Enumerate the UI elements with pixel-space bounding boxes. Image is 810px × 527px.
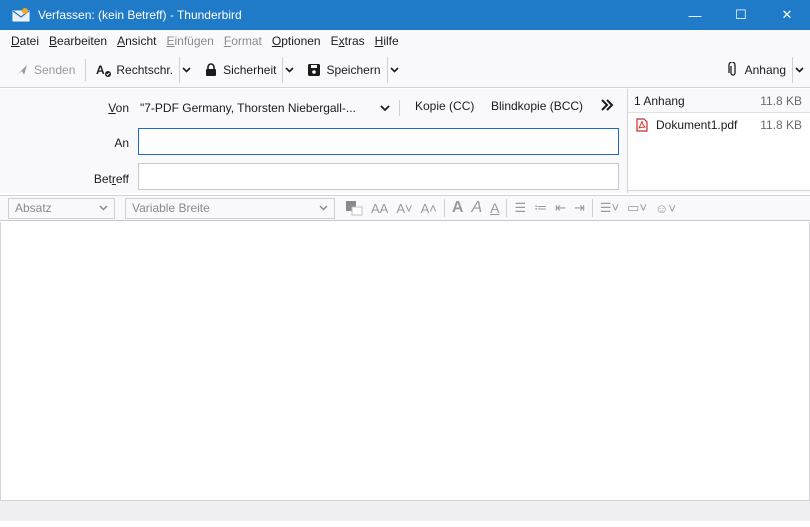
insert-image-icon[interactable]: ▭˅ bbox=[627, 200, 647, 216]
text-color-icon[interactable] bbox=[345, 200, 363, 216]
menu-hilfe[interactable]: Hilfe bbox=[370, 34, 404, 48]
chevron-down-icon bbox=[182, 66, 191, 73]
menu-extras[interactable]: Extras bbox=[326, 34, 370, 48]
attachment-size: 11.8 KB bbox=[760, 118, 802, 132]
format-separator bbox=[506, 199, 508, 217]
format-separator bbox=[591, 199, 593, 217]
format-separator bbox=[443, 199, 445, 217]
spelling-button[interactable]: A Rechtschr. bbox=[92, 57, 177, 83]
toolbar-separator bbox=[85, 58, 87, 81]
header-separator bbox=[399, 100, 400, 116]
outdent-icon[interactable]: ⇤ bbox=[555, 200, 566, 216]
status-bar bbox=[0, 500, 810, 521]
attachment-count: 1 Anhang bbox=[634, 93, 685, 108]
send-icon bbox=[14, 62, 30, 78]
more-recipients-button[interactable] bbox=[600, 98, 614, 114]
paragraph-format-value: Absatz bbox=[15, 201, 52, 215]
font-value: Variable Breite bbox=[132, 201, 210, 215]
menu-format[interactable]: Format bbox=[219, 34, 267, 48]
attachment-list: Dokument1.pdf 11.8 KB bbox=[628, 112, 810, 191]
chevron-down-icon bbox=[99, 205, 108, 211]
chevron-down-icon bbox=[795, 66, 804, 73]
indent-icon[interactable]: ⇥ bbox=[574, 200, 585, 216]
bold-icon[interactable]: A bbox=[452, 199, 464, 217]
paperclip-icon bbox=[725, 62, 741, 78]
from-select[interactable]: "7-PDF Germany, Thorsten Niebergall-... bbox=[140, 97, 390, 119]
save-icon bbox=[306, 62, 322, 78]
to-label: An bbox=[114, 136, 129, 150]
menu-bar: Datei Bearbeiten Ansicht Einfügen Format… bbox=[0, 30, 810, 52]
menu-ansicht[interactable]: Ansicht bbox=[112, 34, 161, 48]
message-body-editor[interactable] bbox=[0, 222, 810, 500]
maximize-button[interactable]: ☐ bbox=[718, 0, 764, 30]
format-toolbar: Absatz Variable Breite AA A˅ A˄ A A A ☰ … bbox=[0, 195, 810, 221]
minimize-button[interactable]: — bbox=[672, 0, 718, 30]
compose-toolbar: Senden A Rechtschr. Sicherheit Speichern… bbox=[0, 52, 810, 88]
attachment-item[interactable]: Dokument1.pdf 11.8 KB bbox=[628, 113, 810, 133]
chevron-down-icon bbox=[285, 66, 295, 73]
attachment-pane: 1 Anhang 11.8 KB Dokument1.pdf 11.8 KB bbox=[627, 89, 810, 193]
send-button[interactable]: Senden bbox=[10, 57, 79, 83]
svg-text:A: A bbox=[96, 63, 105, 77]
font-size-increase-icon[interactable]: A˄ bbox=[421, 201, 437, 216]
font-size-smaller-icon[interactable]: AA bbox=[371, 201, 388, 216]
cc-button[interactable]: Kopie (CC) bbox=[415, 99, 474, 113]
font-select[interactable]: Variable Breite bbox=[125, 197, 335, 219]
bullet-list-icon[interactable]: ☰ bbox=[514, 200, 526, 216]
send-label: Senden bbox=[34, 62, 76, 77]
attachment-total-size: 11.8 KB bbox=[760, 93, 802, 108]
italic-icon[interactable]: A bbox=[471, 199, 482, 217]
attach-label: Anhang bbox=[744, 62, 786, 77]
window-title: Verfassen: (kein Betreff) - Thunderbird bbox=[38, 8, 242, 22]
chevron-down-icon bbox=[389, 66, 399, 73]
window-bottom bbox=[0, 521, 810, 527]
lock-icon bbox=[203, 62, 219, 78]
subject-field[interactable] bbox=[138, 163, 619, 190]
menu-einfuegen[interactable]: Einfügen bbox=[161, 34, 218, 48]
pdf-icon bbox=[634, 117, 650, 133]
save-button[interactable]: Speichern bbox=[302, 57, 384, 83]
chevron-down-icon bbox=[319, 205, 328, 211]
thunderbird-compose-icon bbox=[12, 8, 30, 22]
attach-dropdown[interactable] bbox=[792, 56, 806, 83]
from-label: Von bbox=[108, 101, 129, 115]
save-label: Speichern bbox=[326, 62, 381, 77]
underline-icon[interactable]: A bbox=[490, 200, 499, 216]
emoji-icon[interactable]: ☺˅ bbox=[655, 201, 676, 216]
security-label: Sicherheit bbox=[223, 62, 277, 77]
security-button[interactable]: Sicherheit bbox=[199, 57, 280, 83]
attachment-name: Dokument1.pdf bbox=[656, 118, 738, 132]
security-dropdown[interactable] bbox=[282, 56, 296, 83]
spellcheck-icon: A bbox=[96, 62, 112, 78]
attach-button[interactable]: Anhang bbox=[721, 57, 790, 83]
close-button[interactable]: ✕ bbox=[764, 0, 810, 30]
title-bar: Verfassen: (kein Betreff) - Thunderbird … bbox=[0, 0, 810, 30]
double-chevron-right-icon bbox=[601, 99, 614, 111]
compose-header: Von "7-PDF Germany, Thorsten Niebergall-… bbox=[0, 89, 627, 193]
attachment-header[interactable]: 1 Anhang 11.8 KB bbox=[628, 89, 810, 112]
paragraph-format-select[interactable]: Absatz bbox=[8, 197, 115, 219]
to-field[interactable] bbox=[138, 128, 619, 155]
spelling-dropdown[interactable] bbox=[179, 56, 193, 83]
font-size-decrease-icon[interactable]: A˅ bbox=[396, 201, 412, 216]
bcc-button[interactable]: Blindkopie (BCC) bbox=[491, 99, 583, 113]
align-icon[interactable]: ☰˅ bbox=[600, 200, 619, 216]
chevron-down-icon bbox=[380, 104, 390, 111]
from-value: "7-PDF Germany, Thorsten Niebergall-... bbox=[140, 101, 356, 115]
spelling-label: Rechtschr. bbox=[116, 62, 174, 77]
menu-bearbeiten[interactable]: Bearbeiten bbox=[44, 34, 112, 48]
menu-optionen[interactable]: Optionen bbox=[267, 34, 326, 48]
numbered-list-icon[interactable]: ≔ bbox=[534, 200, 547, 216]
save-dropdown[interactable] bbox=[386, 56, 401, 83]
menu-datei[interactable]: Datei bbox=[6, 34, 44, 48]
subject-label: Betreff bbox=[93, 172, 129, 186]
from-row: Von "7-PDF Germany, Thorsten Niebergall-… bbox=[0, 97, 627, 119]
